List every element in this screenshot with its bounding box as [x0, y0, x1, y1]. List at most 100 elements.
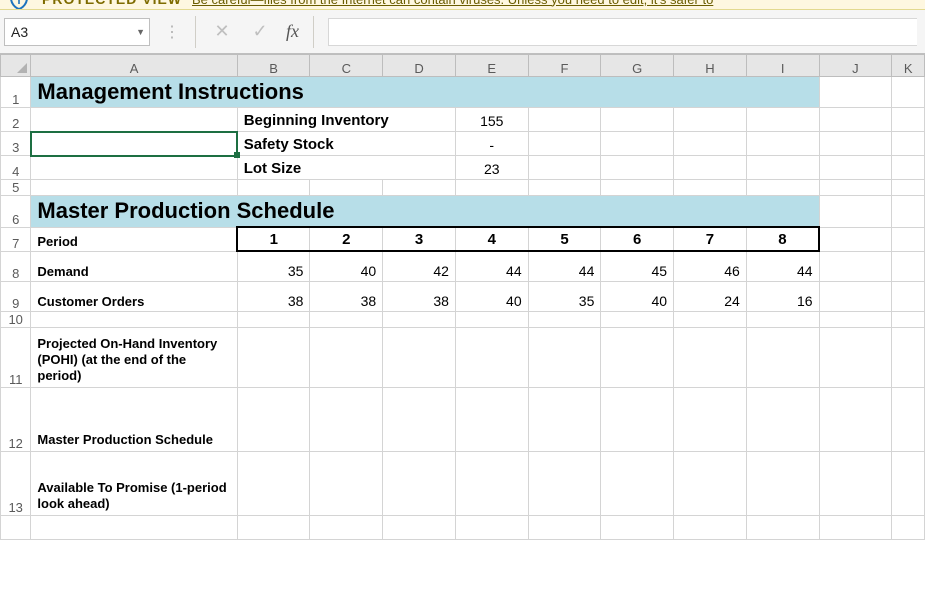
- cell[interactable]: [455, 311, 528, 327]
- cell[interactable]: [237, 327, 310, 387]
- cell[interactable]: 3: [383, 227, 456, 251]
- cell[interactable]: [892, 281, 925, 311]
- cell[interactable]: 5: [528, 227, 601, 251]
- cell[interactable]: [601, 451, 674, 515]
- row-header[interactable]: 13: [1, 451, 31, 515]
- cell[interactable]: 46: [674, 251, 747, 281]
- cell[interactable]: [819, 251, 892, 281]
- cell[interactable]: 44: [455, 251, 528, 281]
- cell[interactable]: [819, 515, 892, 539]
- cell[interactable]: [674, 108, 747, 132]
- col-header[interactable]: A: [31, 55, 237, 77]
- cell[interactable]: [819, 196, 892, 228]
- cell[interactable]: [455, 327, 528, 387]
- cell[interactable]: 45: [601, 251, 674, 281]
- row-header[interactable]: 12: [1, 387, 31, 451]
- cell[interactable]: [383, 451, 456, 515]
- cell[interactable]: [310, 451, 383, 515]
- cell[interactable]: 38: [310, 281, 383, 311]
- cell[interactable]: 40: [601, 281, 674, 311]
- cell[interactable]: [31, 156, 237, 180]
- cell[interactable]: Projected On-Hand Inventory (POHI) (at t…: [31, 327, 237, 387]
- cell[interactable]: [674, 156, 747, 180]
- cell[interactable]: [674, 515, 747, 539]
- cell[interactable]: [31, 311, 237, 327]
- cell[interactable]: Available To Promise (1-period look ahea…: [31, 451, 237, 515]
- cell[interactable]: [892, 180, 925, 196]
- cell[interactable]: [674, 327, 747, 387]
- cell[interactable]: 8: [746, 227, 819, 251]
- cell[interactable]: 24: [674, 281, 747, 311]
- cell[interactable]: [528, 387, 601, 451]
- cell[interactable]: [746, 515, 819, 539]
- cell[interactable]: [819, 327, 892, 387]
- cell[interactable]: [674, 451, 747, 515]
- cell[interactable]: [601, 311, 674, 327]
- cell[interactable]: [31, 515, 237, 539]
- cell[interactable]: [819, 311, 892, 327]
- cell[interactable]: [383, 311, 456, 327]
- cell[interactable]: 40: [455, 281, 528, 311]
- row-header[interactable]: 2: [1, 108, 31, 132]
- col-header[interactable]: K: [892, 55, 925, 77]
- cell[interactable]: [455, 180, 528, 196]
- cell[interactable]: Customer Orders: [31, 281, 237, 311]
- cell[interactable]: 44: [528, 251, 601, 281]
- cell[interactable]: [310, 327, 383, 387]
- cell[interactable]: [892, 251, 925, 281]
- cell[interactable]: Beginning Inventory: [237, 108, 455, 132]
- chevron-down-icon[interactable]: ▼: [136, 27, 145, 37]
- cell[interactable]: [819, 451, 892, 515]
- cell[interactable]: [528, 132, 601, 156]
- cell[interactable]: 44: [746, 251, 819, 281]
- cell[interactable]: 6: [601, 227, 674, 251]
- cell[interactable]: [528, 451, 601, 515]
- cell[interactable]: [455, 451, 528, 515]
- cell[interactable]: [819, 387, 892, 451]
- cell[interactable]: [237, 180, 310, 196]
- col-header[interactable]: G: [601, 55, 674, 77]
- row-header[interactable]: 3: [1, 132, 31, 156]
- cell[interactable]: [746, 132, 819, 156]
- row-header[interactable]: 11: [1, 327, 31, 387]
- cell[interactable]: 16: [746, 281, 819, 311]
- cell[interactable]: [819, 108, 892, 132]
- name-box[interactable]: A3 ▼: [4, 18, 150, 46]
- cell[interactable]: [674, 311, 747, 327]
- cell[interactable]: Period: [31, 227, 237, 251]
- cell[interactable]: [892, 108, 925, 132]
- cell[interactable]: Lot Size: [237, 156, 455, 180]
- cell[interactable]: [528, 327, 601, 387]
- cell[interactable]: [674, 180, 747, 196]
- col-header[interactable]: C: [310, 55, 383, 77]
- cell[interactable]: [237, 451, 310, 515]
- formula-input[interactable]: [328, 18, 917, 46]
- cell[interactable]: [892, 196, 925, 228]
- cell[interactable]: [892, 311, 925, 327]
- cell[interactable]: [746, 327, 819, 387]
- cell[interactable]: [892, 77, 925, 108]
- cell[interactable]: [819, 156, 892, 180]
- cell[interactable]: [819, 180, 892, 196]
- cell[interactable]: [383, 327, 456, 387]
- cell[interactable]: [892, 515, 925, 539]
- cell[interactable]: 35: [237, 251, 310, 281]
- cell[interactable]: 2: [310, 227, 383, 251]
- cell[interactable]: 42: [383, 251, 456, 281]
- col-header[interactable]: B: [237, 55, 310, 77]
- section-title[interactable]: Management Instructions: [31, 77, 819, 108]
- cell[interactable]: -: [455, 132, 528, 156]
- cell[interactable]: [383, 387, 456, 451]
- cell[interactable]: [455, 515, 528, 539]
- cell[interactable]: [237, 515, 310, 539]
- col-header[interactable]: D: [383, 55, 456, 77]
- row-header[interactable]: 4: [1, 156, 31, 180]
- cell[interactable]: [310, 387, 383, 451]
- cell[interactable]: [819, 227, 892, 251]
- cell[interactable]: 38: [237, 281, 310, 311]
- row-header[interactable]: 5: [1, 180, 31, 196]
- cell[interactable]: 7: [674, 227, 747, 251]
- cell[interactable]: 38: [383, 281, 456, 311]
- cell[interactable]: [528, 311, 601, 327]
- cell[interactable]: [746, 311, 819, 327]
